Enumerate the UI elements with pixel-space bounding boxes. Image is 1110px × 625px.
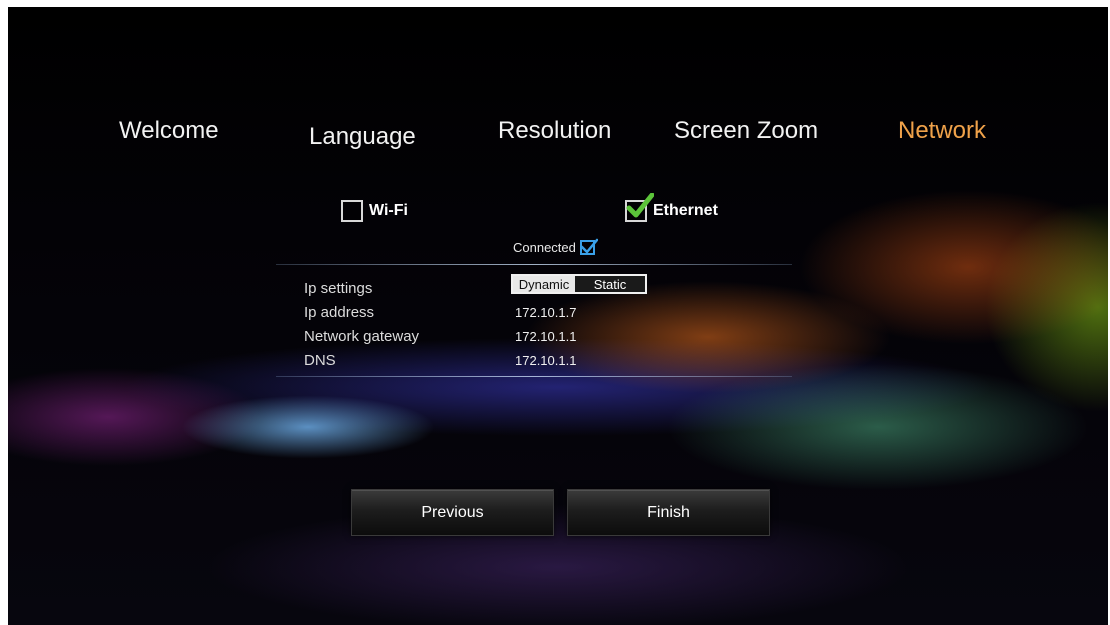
step-network[interactable]: Network [898, 117, 986, 145]
divider-bottom [276, 376, 792, 377]
ethernet-option[interactable]: Ethernet [625, 193, 718, 222]
wifi-option[interactable]: Wi-Fi [341, 200, 408, 222]
step-welcome[interactable]: Welcome [119, 117, 219, 145]
setup-wizard-screen: Welcome Language Resolution Screen Zoom … [8, 7, 1108, 625]
dns-label: DNS [304, 352, 336, 369]
ip-address-value: 172.10.1.7 [515, 305, 577, 320]
ip-settings-toggle[interactable]: Dynamic Static [511, 274, 647, 294]
ip-settings-label: Ip settings [304, 280, 373, 297]
connected-label: Connected [513, 240, 576, 255]
connection-status: Connected [513, 238, 598, 255]
dns-value: 172.10.1.1 [515, 353, 577, 368]
finish-button[interactable]: Finish [567, 489, 770, 536]
dynamic-option[interactable]: Dynamic [513, 276, 575, 292]
connected-checkbox [579, 238, 598, 255]
ethernet-label: Ethernet [653, 202, 718, 219]
ip-address-label: Ip address [304, 304, 375, 321]
step-language[interactable]: Language [309, 123, 416, 151]
green-check-icon [626, 193, 654, 218]
divider-top [276, 264, 792, 265]
step-screen-zoom[interactable]: Screen Zoom [674, 117, 818, 145]
blue-check-icon [580, 238, 598, 254]
wifi-label: Wi-Fi [369, 202, 408, 219]
gateway-value: 172.10.1.1 [515, 329, 577, 344]
static-option[interactable]: Static [575, 276, 645, 292]
gateway-label: Network gateway [304, 328, 420, 345]
previous-button[interactable]: Previous [351, 489, 554, 536]
step-resolution[interactable]: Resolution [498, 117, 611, 145]
wifi-checkbox[interactable] [341, 200, 363, 222]
ethernet-checkbox[interactable] [625, 193, 654, 222]
